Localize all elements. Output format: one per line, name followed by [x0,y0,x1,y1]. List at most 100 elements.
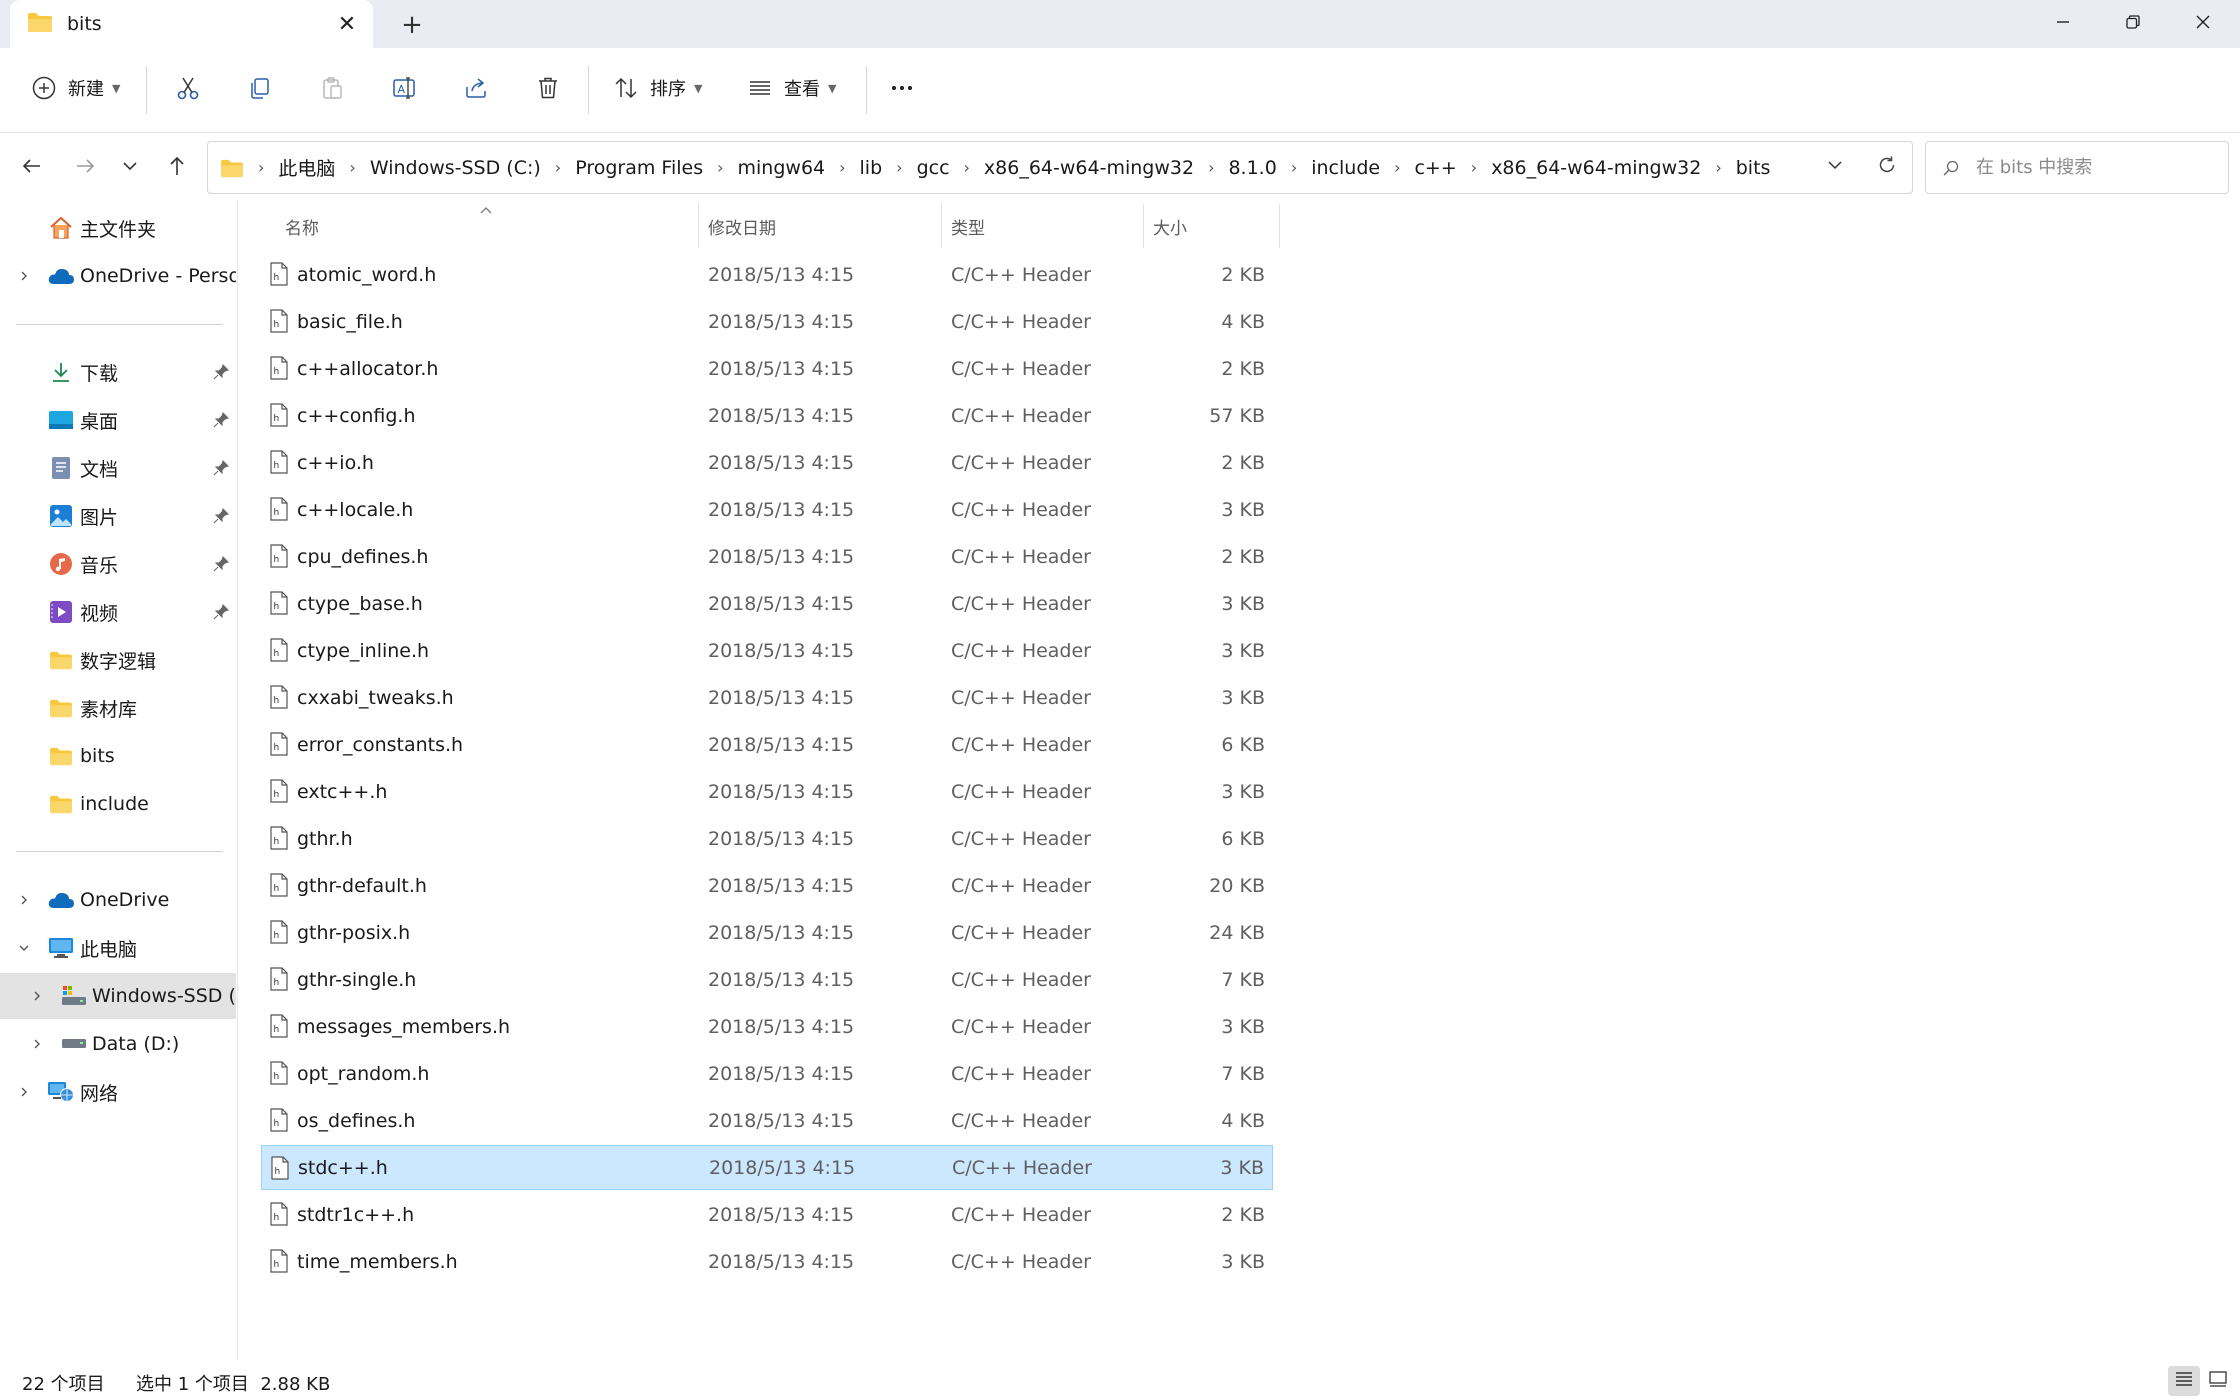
chevron-right-icon[interactable] [27,1034,47,1054]
sidebar-item-onedrive[interactable]: OneDrive [0,877,236,923]
file-row[interactable]: h atomic_word.h 2018/5/13 4:15 C/C++ Hea… [261,252,1273,297]
sidebar-item-include[interactable]: include [0,781,236,827]
cut-button[interactable] [172,62,204,114]
pin-icon[interactable] [212,603,230,621]
more-options-button[interactable] [886,62,918,114]
close-window-icon[interactable] [2168,0,2238,44]
tiles-view-button[interactable] [2202,1366,2234,1396]
file-row[interactable]: h c++config.h 2018/5/13 4:15 C/C++ Heade… [261,393,1273,438]
file-row[interactable]: h stdtr1c++.h 2018/5/13 4:15 C/C++ Heade… [261,1192,1273,1237]
file-row-selected[interactable]: h stdc++.h 2018/5/13 4:15 C/C++ Header 3… [261,1145,1273,1190]
chevron-right-icon[interactable] [14,1082,34,1102]
chevron-down-icon[interactable] [14,938,34,958]
file-row[interactable]: h gthr-posix.h 2018/5/13 4:15 C/C++ Head… [261,910,1273,955]
breadcrumb-separator-icon[interactable]: › [717,158,723,177]
file-row[interactable]: h cpu_defines.h 2018/5/13 4:15 C/C++ Hea… [261,534,1273,579]
breadcrumb-this-pc[interactable]: 此电脑 [278,154,335,181]
paste-button[interactable] [316,62,348,114]
new-button[interactable]: 新建 ▼ [28,62,120,114]
breadcrumb-separator-icon[interactable]: › [1471,158,1477,177]
share-button[interactable] [460,62,492,114]
file-row[interactable]: h ctype_base.h 2018/5/13 4:15 C/C++ Head… [261,581,1273,626]
sidebar-item-documents[interactable]: 文档 [0,445,236,491]
file-row[interactable]: h gthr-single.h 2018/5/13 4:15 C/C++ Hea… [261,957,1273,1002]
breadcrumb-separator-icon[interactable]: › [896,158,902,177]
details-view-button[interactable] [2168,1366,2200,1396]
sidebar-item-drive-d[interactable]: Data (D:) [0,1021,236,1067]
file-row[interactable]: h c++allocator.h 2018/5/13 4:15 C/C++ He… [261,346,1273,391]
column-header-size[interactable]: 大小 [1153,214,1187,239]
sidebar-item-material-library[interactable]: 素材库 [0,685,236,731]
sidebar-item-bits[interactable]: bits [0,733,236,779]
pin-icon[interactable] [212,363,230,381]
delete-button[interactable] [532,62,564,114]
new-tab-button[interactable]: + [395,8,429,42]
forward-button[interactable] [65,148,105,188]
column-divider[interactable] [1143,204,1144,248]
address-history-button[interactable] [1818,150,1852,184]
sidebar-item-videos[interactable]: 视频 [0,589,236,635]
column-header-date[interactable]: 修改日期 [708,214,776,239]
minimize-icon[interactable] [2028,0,2098,44]
breadcrumb-version[interactable]: 8.1.0 [1228,157,1276,179]
recent-locations-button[interactable] [110,148,150,188]
breadcrumb-lib[interactable]: lib [860,157,883,179]
breadcrumb-x86-64-w64-mingw32-2[interactable]: x86_64-w64-mingw32 [1491,157,1701,179]
breadcrumb-mingw64[interactable]: mingw64 [738,157,826,179]
sidebar-item-desktop[interactable]: 桌面 [0,397,236,443]
restore-icon[interactable] [2098,0,2168,44]
column-header-type[interactable]: 类型 [951,214,985,239]
back-button[interactable] [12,148,52,188]
sidebar-item-digital-logic[interactable]: 数字逻辑 [0,637,236,683]
breadcrumb-bits[interactable]: bits [1736,157,1771,179]
sidebar-item-onedrive-personal[interactable]: OneDrive - Persor [0,253,236,299]
breadcrumb-separator-icon[interactable]: › [1291,158,1297,177]
sidebar-item-music[interactable]: 音乐 [0,541,236,587]
refresh-button[interactable] [1870,150,1904,184]
pin-icon[interactable] [212,459,230,477]
tab-bits[interactable]: bits ✕ [10,0,373,48]
breadcrumb-separator-icon[interactable]: › [555,158,561,177]
file-row[interactable]: h gthr-default.h 2018/5/13 4:15 C/C++ He… [261,863,1273,908]
file-row[interactable]: h extc++.h 2018/5/13 4:15 C/C++ Header 3… [261,769,1273,814]
file-row[interactable]: h c++locale.h 2018/5/13 4:15 C/C++ Heade… [261,487,1273,532]
sidebar-item-this-pc[interactable]: 此电脑 [0,925,236,971]
close-tab-icon[interactable]: ✕ [331,8,363,40]
breadcrumb-separator-icon[interactable]: › [964,158,970,177]
column-divider[interactable] [698,204,699,248]
breadcrumb-drive-c[interactable]: Windows-SSD (C:) [370,157,541,179]
chevron-right-icon[interactable] [14,266,34,286]
file-row[interactable]: h gthr.h 2018/5/13 4:15 C/C++ Header 6 K… [261,816,1273,861]
column-divider[interactable] [941,204,942,248]
search-box[interactable] [1925,141,2229,194]
sidebar-item-pictures[interactable]: 图片 [0,493,236,539]
column-divider[interactable] [1279,204,1280,248]
file-row[interactable]: h error_constants.h 2018/5/13 4:15 C/C++… [261,722,1273,767]
breadcrumb-separator-icon[interactable]: › [1394,158,1400,177]
breadcrumb-gcc[interactable]: gcc [917,157,950,179]
chevron-right-icon[interactable] [27,986,47,1006]
pane-splitter[interactable] [237,200,238,1360]
sidebar-item-drive-c[interactable]: Windows-SSD (C [0,973,236,1019]
search-input[interactable] [1974,156,2198,179]
sidebar-item-downloads[interactable]: 下载 [0,349,236,395]
pin-icon[interactable] [212,411,230,429]
up-button[interactable] [157,148,197,188]
file-row[interactable]: h c++io.h 2018/5/13 4:15 C/C++ Header 2 … [261,440,1273,485]
copy-button[interactable] [244,62,276,114]
file-row[interactable]: h opt_random.h 2018/5/13 4:15 C/C++ Head… [261,1051,1273,1096]
breadcrumb-separator-icon[interactable]: › [349,158,355,177]
breadcrumb-x86-64-w64-mingw32[interactable]: x86_64-w64-mingw32 [984,157,1194,179]
breadcrumb-cpp[interactable]: c++ [1414,157,1456,179]
breadcrumb-program-files[interactable]: Program Files [575,157,703,179]
breadcrumb-separator-icon[interactable]: › [839,158,845,177]
pin-icon[interactable] [212,555,230,573]
pin-icon[interactable] [212,507,230,525]
breadcrumb-include[interactable]: include [1311,157,1380,179]
sidebar-item-network[interactable]: 网络 [0,1069,236,1115]
file-row[interactable]: h time_members.h 2018/5/13 4:15 C/C++ He… [261,1239,1273,1284]
view-button[interactable]: 查看 ▼ [744,62,836,114]
chevron-right-icon[interactable] [14,890,34,910]
address-bar[interactable]: › 此电脑 › Windows-SSD (C:) › Program Files… [207,141,1913,194]
breadcrumb-separator-icon[interactable]: › [1715,158,1721,177]
